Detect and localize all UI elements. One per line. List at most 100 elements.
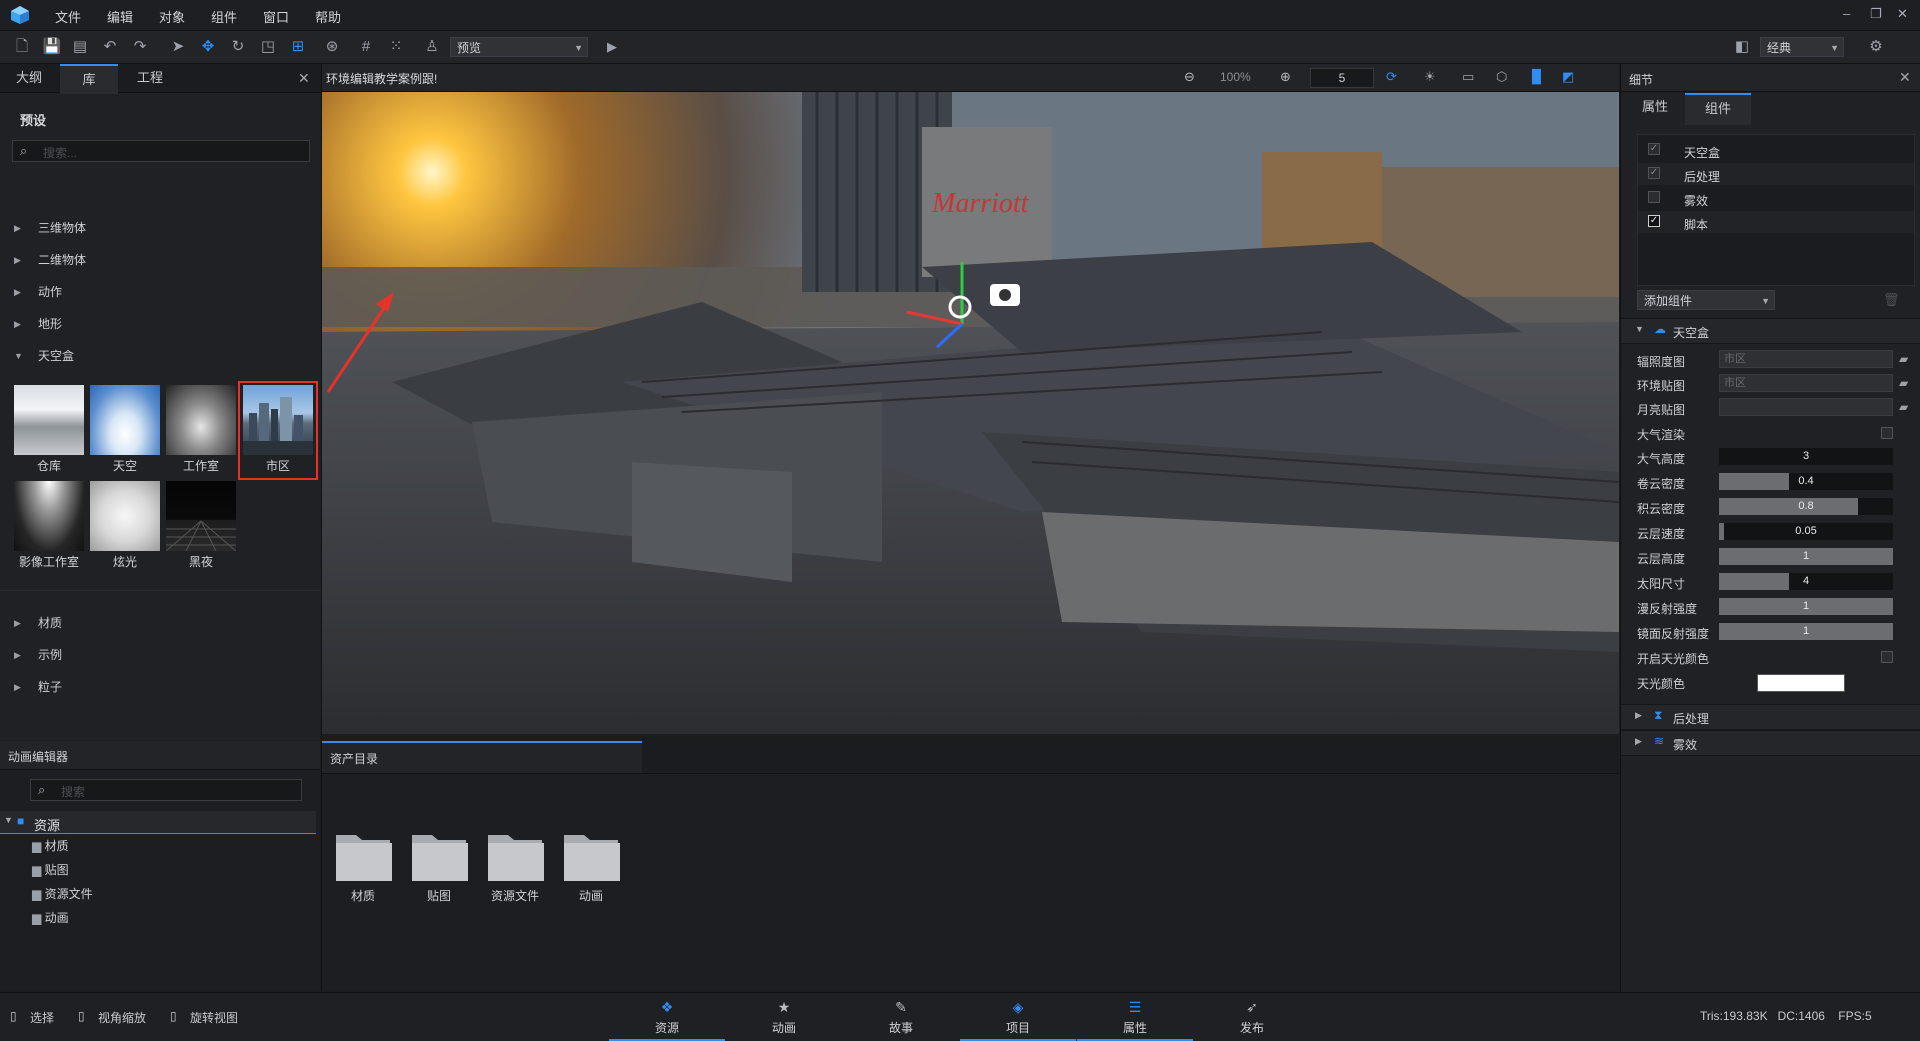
fog-checkbox[interactable] (1648, 191, 1660, 203)
atmo-height-slider[interactable]: 3 (1719, 448, 1893, 465)
new-file-icon[interactable]: 🗋 (12, 37, 32, 57)
category-actions[interactable]: ▶ 动作 (0, 281, 320, 303)
rotate-tool-icon[interactable]: ↻ (228, 37, 248, 57)
zoom-in-icon[interactable]: ⊕ (1280, 69, 1291, 85)
asset-folder-animation[interactable]: 动画 (562, 829, 620, 903)
section-skybox[interactable]: ▼ ☁ 天空盒 (1621, 318, 1920, 344)
specular-strength-slider[interactable]: 1 (1719, 623, 1893, 640)
bottom-tab-animation[interactable]: ★ 动画 (726, 993, 842, 1039)
moon-map-field[interactable] (1719, 398, 1893, 416)
add-component-dropdown[interactable]: 添加组件 ▼ (1637, 290, 1775, 310)
save-icon[interactable]: 💾 (42, 37, 62, 57)
script-checkbox[interactable]: ✓ (1648, 215, 1660, 227)
delete-icon[interactable]: 🗑 (1883, 292, 1900, 308)
library-search-input[interactable]: ⌕ 搜索... (12, 140, 310, 162)
tab-properties[interactable]: 属性 (1627, 93, 1683, 123)
irradiance-map-field[interactable]: 市区 (1719, 350, 1893, 368)
env-map-field[interactable]: 市区 (1719, 374, 1893, 392)
menu-edit[interactable]: 编辑 (107, 7, 133, 26)
sky-color-swatch[interactable] (1757, 674, 1845, 692)
tab-project[interactable]: 工程 (120, 64, 180, 92)
grid-dots-icon[interactable]: ⁙ (386, 37, 406, 57)
world-local-icon[interactable]: ⊛ (322, 37, 342, 57)
skybox-studio[interactable]: 工作室 (166, 385, 236, 473)
settings-icon[interactable]: ⚙ (1866, 37, 1886, 57)
scene-viewport[interactable]: Marriott (322, 92, 1619, 734)
move-tool-icon[interactable]: ✥ (198, 37, 218, 57)
select-tool-icon[interactable]: ➤ (168, 37, 188, 57)
section-post-processing[interactable]: ▶ ⧗ 后处理 (1621, 704, 1920, 730)
tree-item-animation[interactable]: ▆ 动画 (32, 909, 312, 931)
category-particles[interactable]: ▶ 粒子 (0, 676, 320, 698)
tab-outline[interactable]: 大纲 (0, 64, 58, 92)
minimize-button[interactable]: – (1843, 6, 1850, 21)
restore-button[interactable]: ❐ (1870, 6, 1882, 22)
tree-root-resources[interactable]: ▼ ■ 资源 (0, 811, 316, 834)
grid-icon[interactable]: # (356, 37, 376, 57)
component-item-skybox[interactable]: ✓ 天空盒 (1638, 139, 1914, 161)
bottom-tab-story[interactable]: ✎ 故事 (843, 993, 959, 1039)
post-processing-checkbox[interactable]: ✓ (1648, 167, 1660, 179)
stats-icon[interactable]: ◩ (1562, 69, 1574, 85)
bottom-tab-publish[interactable]: ➶ 发布 (1194, 993, 1310, 1039)
cloud-speed-slider[interactable]: 0.05 (1719, 523, 1893, 540)
animation-search-input[interactable]: ⌕ 搜索 (30, 779, 302, 801)
layout-dropdown[interactable]: 经典 ▼ (1760, 37, 1844, 57)
component-item-script[interactable]: ✓ 脚本 (1638, 211, 1914, 233)
tree-item-materials[interactable]: ▆ 材质 (32, 837, 312, 859)
camera-speed-input[interactable]: 5 (1310, 68, 1374, 88)
layout-icon[interactable]: ◧ (1732, 37, 1752, 57)
asset-folder-textures[interactable]: 贴图 (410, 829, 468, 903)
tab-library[interactable]: 库 (60, 64, 118, 94)
tab-components[interactable]: 组件 (1685, 93, 1751, 125)
asset-folder-resource-files[interactable]: 资源文件 (486, 829, 544, 903)
atmosphere-render-checkbox[interactable] (1881, 427, 1893, 439)
component-item-post-processing[interactable]: ✓ 后处理 (1638, 163, 1914, 185)
category-3d-objects[interactable]: ▶ 三维物体 (0, 217, 320, 239)
folder-browse-icon[interactable]: ▰ (1899, 400, 1908, 414)
category-2d-objects[interactable]: ▶ 二维物体 (0, 249, 320, 271)
view-mode-icon[interactable]: ▉ (1532, 69, 1542, 85)
close-panel-icon[interactable]: ✕ (298, 70, 310, 87)
menu-object[interactable]: 对象 (159, 7, 185, 26)
snap-tool-icon[interactable]: ⊞ (288, 37, 308, 57)
asset-folder-materials[interactable]: 材质 (334, 829, 392, 903)
skybox-sky[interactable]: 天空 (90, 385, 160, 473)
undo-icon[interactable]: ↶ (100, 37, 120, 57)
folder-browse-icon[interactable]: ▰ (1899, 376, 1908, 390)
skybox-image-studio[interactable]: 影像工作室 (14, 481, 84, 569)
menu-file[interactable]: 文件 (55, 7, 81, 26)
folder-browse-icon[interactable]: ▰ (1899, 352, 1908, 366)
avatar-icon[interactable]: ♙ (422, 37, 442, 57)
zoom-out-icon[interactable]: ⊖ (1184, 69, 1195, 85)
menu-component[interactable]: 组件 (211, 7, 237, 26)
bottom-tab-project[interactable]: ◈ 项目 (960, 993, 1076, 1041)
category-skybox[interactable]: ▼ 天空盒 (0, 345, 320, 367)
category-terrain[interactable]: ▶ 地形 (0, 313, 320, 335)
sun-size-slider[interactable]: 4 (1719, 573, 1893, 590)
tree-item-textures[interactable]: ▆ 贴图 (32, 861, 312, 883)
lighting-icon[interactable]: ☀ (1424, 69, 1436, 85)
menu-window[interactable]: 窗口 (263, 7, 289, 26)
scale-tool-icon[interactable]: ◳ (258, 37, 278, 57)
skybox-warehouse[interactable]: 仓库 (14, 385, 84, 473)
bottom-tab-properties[interactable]: ☰ 属性 (1077, 993, 1193, 1041)
tab-asset-catalog[interactable]: 资产目录 (322, 741, 642, 773)
category-materials[interactable]: ▶ 材质 (0, 612, 320, 634)
cloud-height-slider[interactable]: 1 (1719, 548, 1893, 565)
skybox-city[interactable]: 市区 (243, 385, 313, 473)
bottom-tab-resources[interactable]: ❖ 资源 (609, 993, 725, 1041)
redo-icon[interactable]: ↷ (130, 37, 150, 57)
sky-color-checkbox[interactable] (1881, 651, 1893, 663)
component-item-fog[interactable]: 雾效 (1638, 187, 1914, 209)
skybox-glow[interactable]: 炫光 (90, 481, 160, 569)
preview-dropdown[interactable]: 预览 ▼ (450, 37, 588, 57)
cumulus-density-slider[interactable]: 0.8 (1719, 498, 1893, 515)
camera-icon[interactable]: ▭ (1462, 69, 1474, 85)
close-panel-icon[interactable]: ✕ (1899, 69, 1911, 86)
play-icon[interactable]: ▶ (602, 37, 622, 57)
cube-icon[interactable]: ⬡ (1496, 69, 1507, 85)
skybox-checkbox[interactable]: ✓ (1648, 143, 1660, 155)
save-all-icon[interactable]: ▤ (70, 37, 90, 57)
cirrus-density-slider[interactable]: 0.4 (1719, 473, 1893, 490)
